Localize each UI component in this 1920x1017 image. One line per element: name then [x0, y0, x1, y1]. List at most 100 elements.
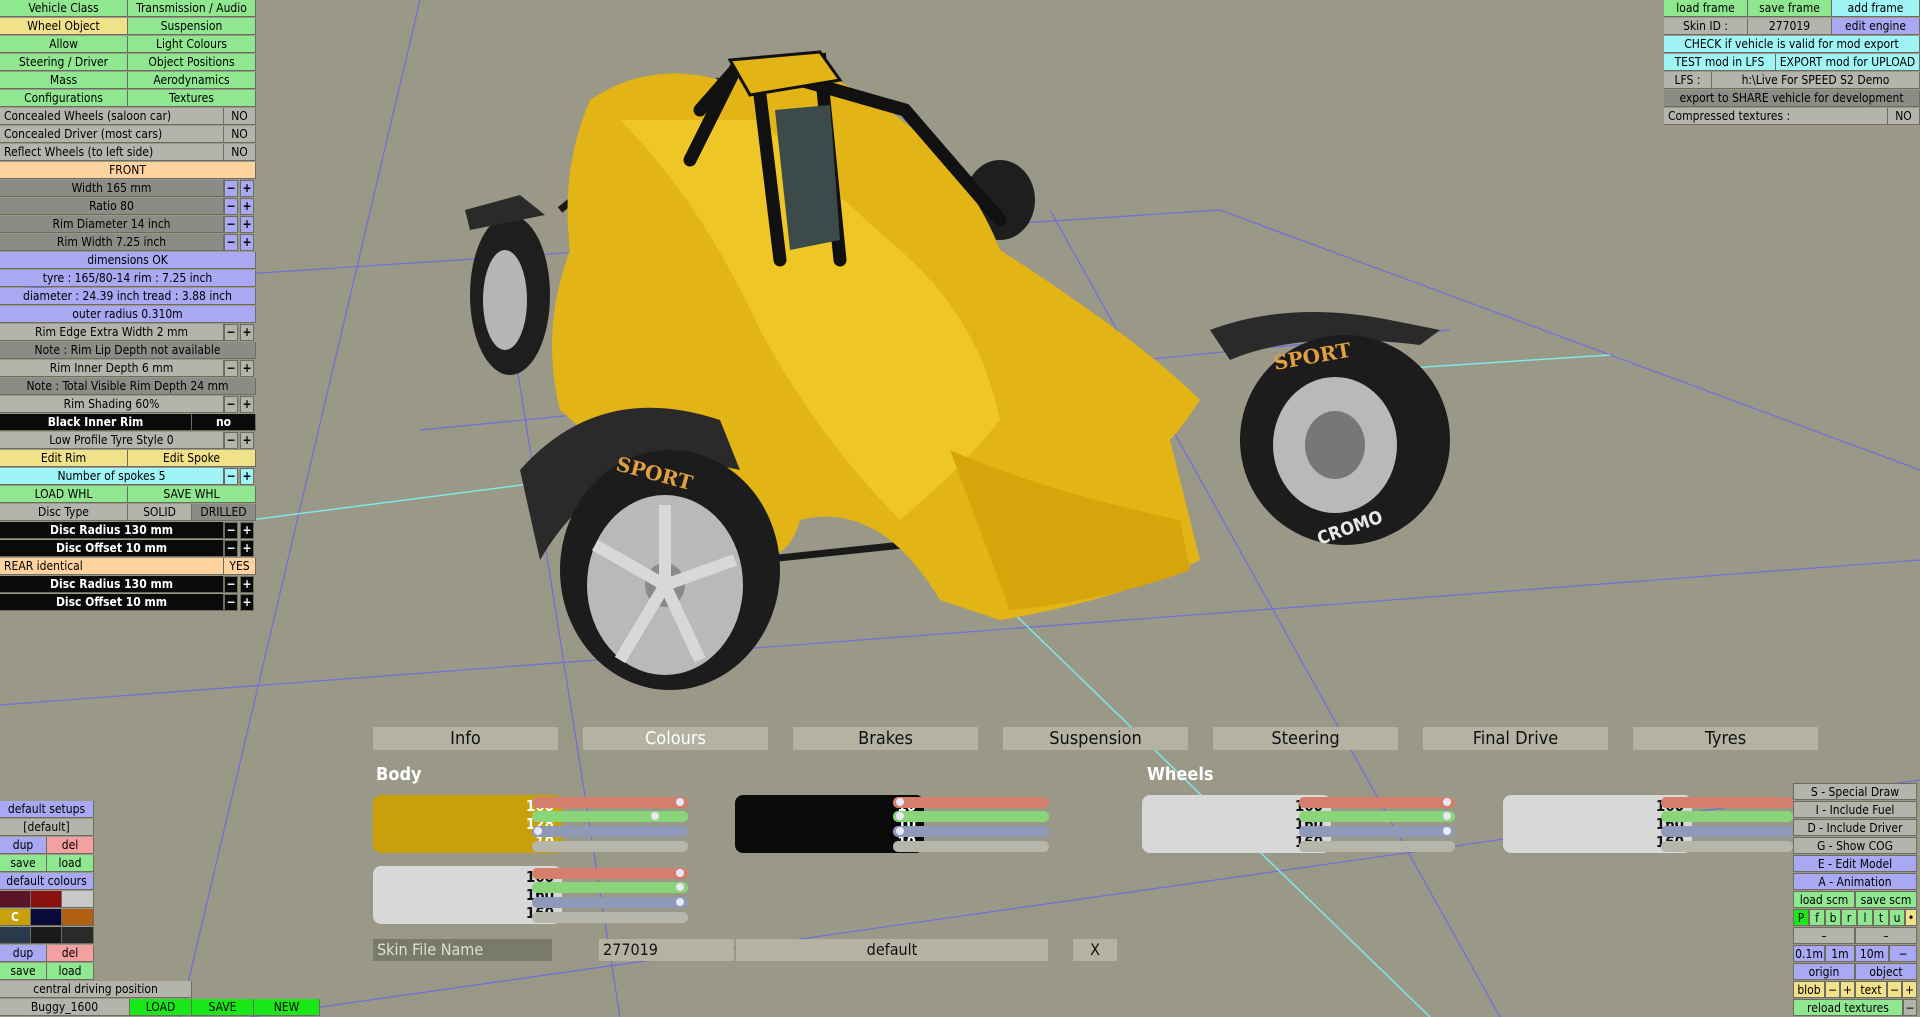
show-cog-button[interactable]: G - Show COG	[1793, 837, 1917, 854]
tab-steering-driver[interactable]: Steering / Driver	[0, 54, 128, 71]
slider-handle[interactable]	[676, 898, 684, 906]
green-slider[interactable]	[893, 811, 1049, 822]
tab-steering[interactable]: Steering	[1213, 727, 1398, 750]
rim-shading-plus-button[interactable]: +	[240, 396, 254, 413]
lfs-path-field[interactable]: h:\Live For SPEED S2 Demo	[1712, 72, 1920, 89]
colour-save-button[interactable]: save	[0, 963, 47, 980]
view-r-button[interactable]: r	[1841, 909, 1857, 926]
blue-slider[interactable]	[532, 826, 688, 837]
edit-engine-button[interactable]: edit engine	[1832, 18, 1920, 35]
spokes-plus-button[interactable]: +	[240, 468, 254, 485]
red-slider[interactable]	[1661, 797, 1793, 808]
colour-swatch[interactable]	[62, 891, 94, 908]
alpha-slider[interactable]	[1661, 841, 1793, 852]
load-frame-button[interactable]: load frame	[1664, 0, 1748, 17]
dash-button[interactable]: –	[1793, 927, 1855, 944]
tab-vehicle-class[interactable]: Vehicle Class	[0, 0, 128, 17]
rear-disc-radius-minus-button[interactable]: −	[224, 576, 238, 593]
blue-slider[interactable]	[1299, 826, 1455, 837]
text-button[interactable]: text	[1855, 981, 1887, 998]
colour-swatch[interactable]	[31, 909, 62, 926]
width-plus-button[interactable]: +	[240, 180, 254, 197]
rim-inner-plus-button[interactable]: +	[240, 360, 254, 377]
dash-button[interactable]: –	[1855, 927, 1917, 944]
load-whl-button[interactable]: LOAD WHL	[0, 486, 128, 503]
rim-edge-plus-button[interactable]: +	[240, 324, 254, 341]
tab-textures[interactable]: Textures	[128, 90, 256, 107]
alpha-slider[interactable]	[1299, 841, 1455, 852]
alpha-slider[interactable]	[532, 841, 688, 852]
blue-slider[interactable]	[532, 897, 688, 908]
setup-list-item[interactable]: [default]	[0, 819, 94, 836]
rear-disc-offset-plus-button[interactable]: +	[240, 594, 254, 611]
rim-width-minus-button[interactable]: −	[224, 234, 238, 251]
viewport-3d[interactable]: SPORT SPORT CROMO	[0, 0, 1920, 1017]
colour-del-button[interactable]: del	[47, 945, 94, 962]
front-disc-radius-plus-button[interactable]: +	[240, 522, 254, 539]
rear-disc-radius-plus-button[interactable]: +	[240, 576, 254, 593]
tab-light-colours[interactable]: Light Colours	[128, 36, 256, 53]
tab-suspension[interactable]: Suspension	[128, 18, 256, 35]
view-f-button[interactable]: f	[1809, 909, 1825, 926]
origin-button[interactable]: origin	[1793, 963, 1855, 980]
reload-textures-button[interactable]: reload textures	[1793, 999, 1903, 1016]
blob-button[interactable]: blob	[1793, 981, 1825, 998]
animation-button[interactable]: A - Animation	[1793, 873, 1917, 890]
view-dot-icon[interactable]: •	[1905, 909, 1917, 926]
tab-final-drive[interactable]: Final Drive	[1423, 727, 1608, 750]
green-slider[interactable]	[532, 811, 688, 822]
blue-slider[interactable]	[1661, 826, 1793, 837]
tab-allow[interactable]: Allow	[0, 36, 128, 53]
view-p-button[interactable]: P	[1793, 909, 1809, 926]
green-slider[interactable]	[1299, 811, 1455, 822]
tab-configurations[interactable]: Configurations	[0, 90, 128, 107]
width-minus-button[interactable]: −	[224, 180, 238, 197]
concealed-driver-toggle[interactable]: NO	[224, 126, 256, 143]
disc-type-drilled-button[interactable]: DRILLED	[192, 504, 256, 521]
special-draw-button[interactable]: S - Special Draw	[1793, 783, 1917, 800]
slider-handle[interactable]	[896, 798, 904, 806]
edit-spoke-button[interactable]: Edit Spoke	[128, 450, 256, 467]
concealed-wheels-toggle[interactable]: NO	[224, 108, 256, 125]
view-l-button[interactable]: l	[1857, 909, 1873, 926]
central-driving-position-button[interactable]: central driving position	[0, 981, 192, 998]
car-name-field[interactable]: Buggy_1600	[0, 999, 130, 1016]
red-slider[interactable]	[893, 797, 1049, 808]
slider-handle[interactable]	[896, 827, 904, 835]
colour-swatch[interactable]	[62, 909, 94, 926]
blue-slider[interactable]	[893, 826, 1049, 837]
ratio-minus-button[interactable]: −	[224, 198, 238, 215]
view-t-button[interactable]: t	[1873, 909, 1889, 926]
save-whl-button[interactable]: SAVE WHL	[128, 486, 256, 503]
slider-handle[interactable]	[676, 798, 684, 806]
default-colours-button[interactable]: default colours	[0, 873, 94, 890]
slider-handle[interactable]	[1443, 798, 1451, 806]
scale-01m-button[interactable]: 0.1m	[1793, 945, 1825, 962]
rim-shading-minus-button[interactable]: −	[224, 396, 238, 413]
car-save-button[interactable]: SAVE	[192, 999, 254, 1016]
tab-tyres[interactable]: Tyres	[1633, 727, 1818, 750]
rim-edge-minus-button[interactable]: −	[224, 324, 238, 341]
rim-inner-minus-button[interactable]: −	[224, 360, 238, 377]
default-setups-button[interactable]: default setups	[0, 801, 94, 818]
colour-swatch[interactable]	[0, 891, 31, 908]
view-u-button[interactable]: u	[1889, 909, 1905, 926]
export-mod-button[interactable]: EXPORT mod for UPLOAD	[1776, 54, 1920, 71]
tab-transmission-audio[interactable]: Transmission / Audio	[128, 0, 256, 17]
edit-rim-button[interactable]: Edit Rim	[0, 450, 128, 467]
front-disc-radius-minus-button[interactable]: −	[224, 522, 238, 539]
slider-handle[interactable]	[676, 869, 684, 877]
skin-file-name-field[interactable]: default	[736, 939, 1048, 961]
tab-suspension-bottom[interactable]: Suspension	[1003, 727, 1188, 750]
scale-minus-button[interactable]: −	[1889, 945, 1917, 962]
rim-diameter-minus-button[interactable]: −	[224, 216, 238, 233]
compressed-textures-toggle[interactable]: NO	[1888, 108, 1920, 125]
slider-handle[interactable]	[1443, 812, 1451, 820]
scale-1m-button[interactable]: 1m	[1825, 945, 1855, 962]
colour-swatch[interactable]	[0, 927, 31, 944]
car-load-button[interactable]: LOAD	[130, 999, 192, 1016]
tab-brakes[interactable]: Brakes	[793, 727, 978, 750]
setup-dup-button[interactable]: dup	[0, 837, 47, 854]
export-share-button[interactable]: export to SHARE vehicle for development	[1664, 90, 1920, 107]
rim-diameter-plus-button[interactable]: +	[240, 216, 254, 233]
